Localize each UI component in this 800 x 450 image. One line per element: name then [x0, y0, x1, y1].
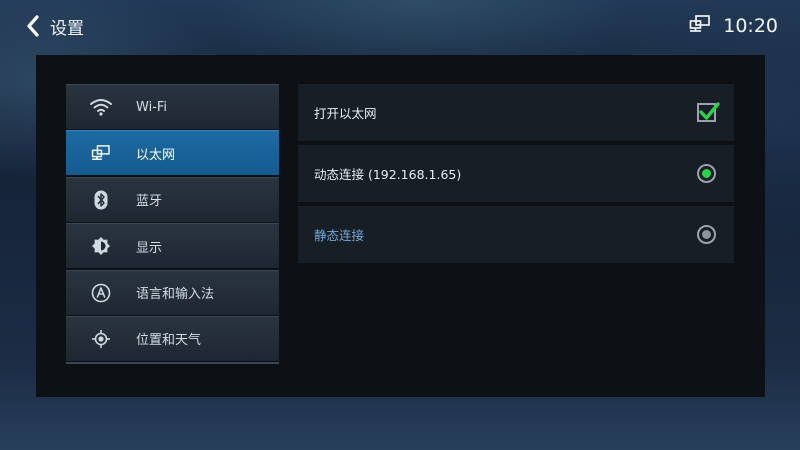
enable-ethernet-label: 打开以太网	[314, 106, 377, 121]
menu-item-bluetooth[interactable]: 蓝牙	[66, 176, 279, 222]
menu-item-wifi[interactable]: Wi-Fi	[66, 84, 279, 129]
bluetooth-icon	[66, 190, 136, 210]
static-connection-label: 静态连接	[314, 228, 365, 243]
chevron-left-icon	[26, 15, 40, 37]
ethernet-settings: 打开以太网 动态连接 (192.168.1.65) 静态连接	[298, 84, 734, 267]
menu-item-location[interactable]: 位置和天气	[66, 315, 279, 361]
menu-item-label: 显示	[136, 240, 163, 256]
menu-item-label: 语言和输入法	[136, 287, 215, 303]
ethernet-icon	[689, 15, 711, 37]
menu-item-label: Wi-Fi	[136, 99, 168, 115]
static-connection-row[interactable]: 静态连接	[298, 206, 734, 263]
static-connection-radio[interactable]	[697, 225, 716, 244]
clock: 10:20	[723, 15, 778, 37]
menu-item-label: 蓝牙	[136, 194, 163, 210]
settings-menu: Wi-Fi 以太网 蓝牙 显示 语言和输入法 位置和天气	[66, 84, 279, 365]
menu-item-language[interactable]: 语言和输入法	[66, 269, 279, 315]
location-icon	[66, 329, 136, 349]
menu-item-label: 以太网	[136, 147, 176, 163]
language-icon	[66, 283, 136, 303]
menu-item-ethernet[interactable]: 以太网	[66, 130, 279, 176]
checkmark-icon	[699, 102, 720, 120]
menu-divider	[66, 362, 279, 365]
menu-item-display[interactable]: 显示	[66, 223, 279, 269]
radio-dot	[702, 230, 711, 239]
radio-selected-dot	[702, 169, 711, 178]
settings-panel: Wi-Fi 以太网 蓝牙 显示 语言和输入法 位置和天气 打开以太网 动态连接 …	[36, 55, 765, 397]
dynamic-connection-row[interactable]: 动态连接 (192.168.1.65)	[298, 145, 734, 202]
menu-item-label: 位置和天气	[136, 333, 202, 349]
ethernet-icon	[66, 145, 136, 161]
enable-ethernet-checkbox[interactable]	[697, 102, 720, 122]
wifi-icon	[66, 98, 136, 116]
dynamic-connection-label: 动态连接 (192.168.1.65)	[314, 167, 462, 182]
page-title: 设置	[50, 18, 84, 39]
back-button[interactable]: 设置	[26, 14, 84, 39]
dynamic-connection-radio[interactable]	[697, 164, 716, 183]
brightness-icon	[66, 236, 136, 256]
top-bar: 设置 10:20	[0, 0, 800, 52]
enable-ethernet-row[interactable]: 打开以太网	[298, 84, 734, 141]
